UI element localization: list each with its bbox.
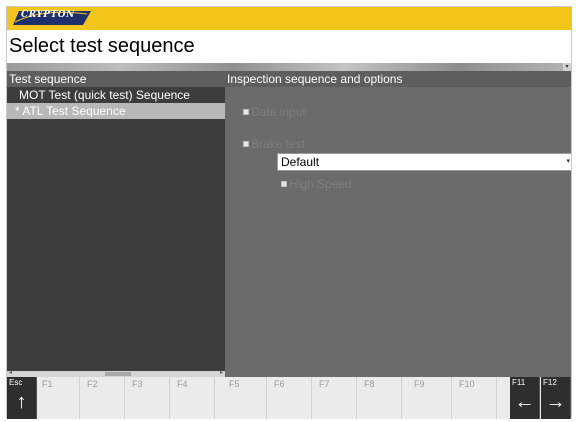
brake-test-label: Brake test (251, 137, 306, 151)
sequence-item-atl[interactable]: * ATL Test Sequence (7, 103, 225, 119)
data-input-option[interactable]: Data input (243, 105, 306, 119)
fkey-f9[interactable]: F9 (410, 377, 452, 419)
fkey-f11[interactable]: F11 ← (510, 377, 540, 419)
chevron-down-icon[interactable]: ▾ (563, 63, 571, 71)
data-input-checkbox[interactable] (243, 109, 249, 115)
dropdown-arrow-icon[interactable]: ▾ (566, 154, 570, 170)
app-window: CRYPTON Select test sequence ▾ Test sequ… (6, 6, 572, 419)
high-speed-checkbox[interactable] (281, 181, 287, 187)
brake-mode-select[interactable]: Default ▾ (277, 153, 571, 171)
fkey-f1[interactable]: F1 (38, 377, 80, 419)
scroll-left-icon[interactable]: ◂ (9, 369, 12, 376)
logo-text: CRYPTON (21, 10, 75, 20)
fkey-f6[interactable]: F6 (270, 377, 312, 419)
high-speed-option[interactable]: High Speed (281, 177, 352, 191)
fkey-f2[interactable]: F2 (83, 377, 125, 419)
inspection-options-panel: Inspection sequence and options Data inp… (225, 71, 571, 377)
high-speed-label: High Speed (289, 177, 352, 191)
fkey-f3[interactable]: F3 (128, 377, 170, 419)
status-strip: ▾ (7, 63, 571, 71)
fkey-f7[interactable]: F7 (315, 377, 357, 419)
arrow-right-icon: → (545, 391, 566, 413)
brake-mode-value: Default (281, 155, 320, 169)
function-key-bar: Esc ↑ F1 F2 F3 F4 F5 F6 F7 F8 F9 F10 F11… (7, 377, 571, 419)
arrow-left-icon: ← (514, 391, 535, 413)
scrollbar-thumb[interactable] (105, 372, 131, 376)
test-sequence-panel: Test sequence MOT Test (quick test) Sequ… (7, 71, 225, 377)
arrow-up-icon: ↑ (16, 391, 27, 413)
inspection-options-header: Inspection sequence and options (225, 71, 571, 87)
test-sequence-header: Test sequence (7, 71, 225, 87)
sequence-item-mot[interactable]: MOT Test (quick test) Sequence (7, 87, 225, 103)
fkey-f12[interactable]: F12 → (541, 377, 571, 419)
data-input-label: Data input (251, 105, 306, 119)
page-title: Select test sequence (9, 35, 195, 57)
fkey-f8[interactable]: F8 (360, 377, 402, 419)
brake-test-option[interactable]: Brake test (243, 137, 305, 151)
fkey-esc[interactable]: Esc ↑ (7, 377, 37, 419)
scroll-right-icon[interactable]: ▸ (220, 369, 223, 376)
brand-bar: CRYPTON (7, 7, 571, 30)
fkey-f4[interactable]: F4 (173, 377, 215, 419)
brake-test-checkbox[interactable] (243, 141, 249, 147)
fkey-f10[interactable]: F10 (455, 377, 497, 419)
title-bar: Select test sequence (7, 30, 571, 63)
fkey-f5[interactable]: F5 (225, 377, 267, 419)
